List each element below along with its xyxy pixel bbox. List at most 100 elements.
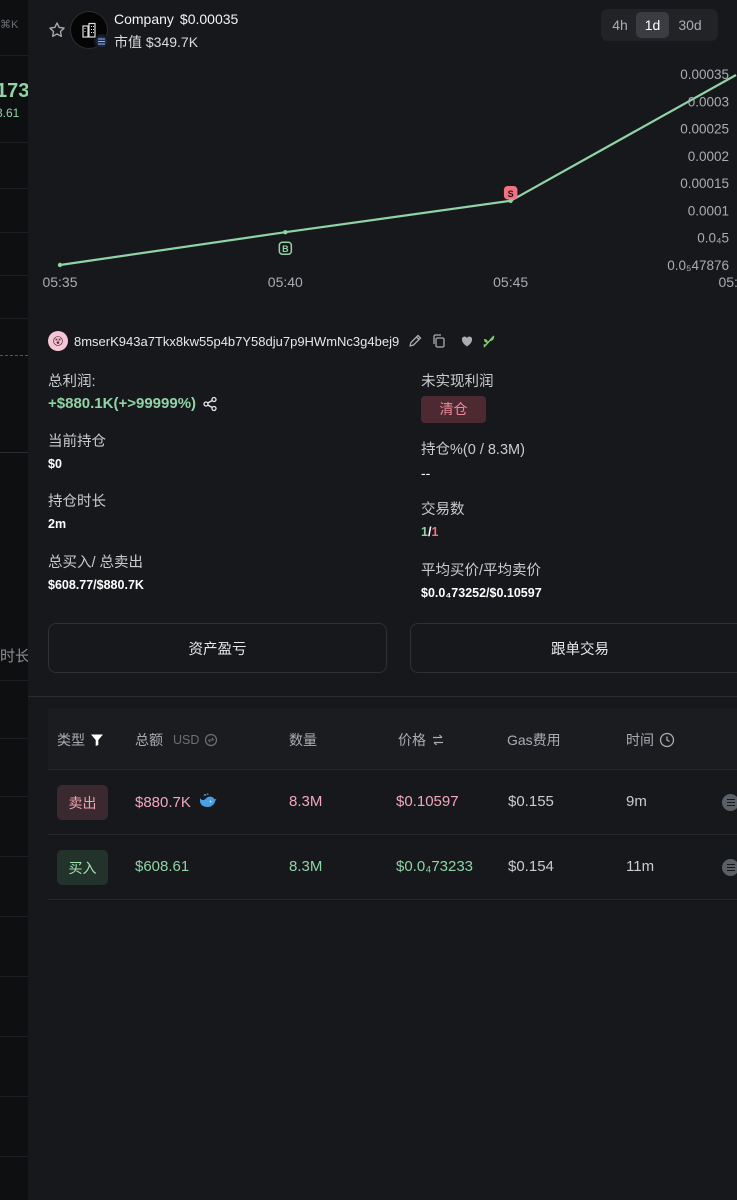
stat-unrealized: 未实现利润 清仓: [421, 370, 494, 423]
timeframe-4h[interactable]: 4h: [604, 12, 636, 38]
y-tick-label: 0.0₄5: [697, 231, 729, 246]
trades-sell-count: 1: [431, 525, 439, 539]
trade-price: $0.10597: [396, 793, 459, 810]
trade-gas: $0.155: [508, 793, 554, 810]
stat-holding: 当前持仓 $0: [48, 430, 106, 471]
holding-label: 当前持仓: [48, 434, 106, 450]
data-point: [283, 230, 288, 235]
trade-gas: $0.154: [508, 858, 554, 875]
building-icon: [82, 22, 96, 38]
trade-marker-label: S: [508, 189, 514, 199]
section-divider: [28, 696, 737, 697]
stat-avg-price: 平均买价/平均卖价 $0.0₄73252/$0.10597: [421, 559, 542, 600]
wallet-detail-panel: Company $0.00035 市值 $349.7K 4h 1d 30d 0.0…: [28, 0, 737, 1200]
copy-icon[interactable]: [431, 333, 447, 349]
trade-amount: $880.7K: [135, 793, 218, 811]
copy-trade-button[interactable]: 跟单交易: [410, 623, 737, 673]
y-tick-label: 0.0₅47876: [667, 258, 729, 273]
stat-buy-sell: 总买入/ 总卖出 $608.77/$880.7K: [48, 551, 144, 592]
market-cap-label: 市值: [114, 34, 142, 50]
clear-position-button[interactable]: 清仓: [421, 396, 486, 423]
price-chart: 0.00035 0.0003 0.00025 0.0002 0.00015 0.0001 0…: [42, 67, 737, 290]
stat-holding-pct: 持仓%(0 / 8.3M) --: [421, 438, 525, 481]
duration-value: 2m: [48, 517, 67, 531]
token-name: Company: [114, 11, 174, 27]
filter-icon[interactable]: [90, 733, 104, 747]
trades-table: 类型 总额 USD 数量 价格 Gas费用 时间 卖出 $880.7K 8.3M…: [48, 708, 737, 900]
trade-quantity: 8.3M: [289, 858, 323, 875]
stat-total-profit: 总利润: +$880.1K(+>99999%): [48, 370, 218, 412]
x-tick-label: 05:45: [493, 274, 528, 290]
sprout-icon: [483, 335, 495, 348]
x-tick-label: 05:50: [718, 274, 737, 290]
buy-sell-label: 总买入/ 总卖出: [48, 555, 144, 571]
stat-trades: 交易数 1/1: [421, 498, 465, 539]
swap-icon[interactable]: [431, 733, 445, 747]
trade-time: 9m: [626, 793, 647, 810]
header-gas: Gas费用: [507, 732, 561, 748]
header-quantity: 数量: [289, 732, 317, 748]
trade-quantity: 8.3M: [289, 793, 323, 810]
background-duration: 时长: [0, 648, 28, 665]
trades-buy-count: 1: [421, 525, 428, 539]
duration-label: 持仓时长: [48, 494, 106, 510]
y-tick-label: 0.00035: [680, 67, 729, 82]
buy-sell-value: $608.77/$880.7K: [48, 578, 144, 592]
header-price: 价格: [398, 730, 445, 750]
background-sub: 3.61: [0, 106, 20, 120]
timeframe-1d[interactable]: 1d: [636, 12, 669, 38]
background-shortcut: ⌘K: [0, 19, 19, 31]
unrealized-label: 未实现利润: [421, 374, 494, 390]
background-price: 173: [0, 80, 28, 102]
total-profit-value: +$880.1K(+>99999%): [48, 395, 197, 412]
currency-switch-icon[interactable]: [204, 733, 218, 747]
share-icon[interactable]: [202, 396, 218, 412]
price-line: [59, 74, 737, 267]
avg-price-label: 平均买价/平均卖价: [421, 563, 542, 579]
stat-duration: 持仓时长 2m: [48, 490, 106, 531]
trade-type-buy: 买入: [57, 850, 108, 885]
trade-amount: $608.61: [135, 858, 190, 875]
whale-icon: [200, 793, 217, 807]
y-tick-label: 0.0002: [688, 149, 729, 164]
chain-icon[interactable]: [722, 794, 737, 811]
background-app: ⌘K 173 3.61 时长: [0, 0, 28, 1200]
header-type[interactable]: 类型: [57, 730, 104, 750]
header-amount: 总额 USD: [135, 730, 218, 750]
total-profit-label: 总利润:: [48, 374, 96, 390]
holding-pct-value: --: [421, 465, 431, 481]
y-tick-label: 0.0001: [688, 203, 729, 218]
header-time: 时间: [626, 730, 675, 750]
heart-icon[interactable]: [459, 333, 475, 349]
chain-badge-icon: [94, 34, 109, 49]
token-price: $0.00035: [179, 11, 239, 27]
trade-price: $0.0₄73233: [396, 858, 474, 875]
wallet-address[interactable]: 8mserK943a7Tkx8kw55p4b7Y58dju7p9HWmNc3g4…: [74, 334, 399, 349]
clock-icon[interactable]: [659, 732, 675, 748]
wallet-avatar: 😵: [48, 331, 68, 351]
table-row[interactable]: 买入 $608.61 8.3M $0.0₄73233 $0.154 11m: [48, 835, 737, 900]
holding-pct-label: 持仓%(0 / 8.3M): [421, 442, 525, 458]
token-title: Company $0.00035: [114, 11, 238, 27]
data-point: [57, 262, 63, 268]
timeframe-selector: 4h 1d 30d: [601, 9, 718, 41]
avg-price-value: $0.0₄73252/$0.10597: [421, 586, 542, 600]
market-cap: 市值 $349.7K: [114, 32, 198, 52]
trades-label: 交易数: [421, 502, 465, 518]
x-tick-label: 05:40: [268, 274, 303, 290]
y-tick-label: 0.00015: [680, 176, 729, 191]
pnl-button[interactable]: 资产盈亏: [48, 623, 387, 673]
x-tick-label: 05:35: [42, 274, 77, 290]
edit-icon[interactable]: [407, 333, 423, 349]
holding-value: $0: [48, 457, 62, 471]
trade-time: 11m: [626, 858, 655, 875]
y-tick-label: 0.00025: [680, 122, 729, 137]
table-header: 类型 总额 USD 数量 价格 Gas费用 时间: [48, 708, 737, 770]
trade-type-sell: 卖出: [57, 785, 108, 820]
chain-icon[interactable]: [722, 859, 737, 876]
star-icon[interactable]: [47, 20, 67, 40]
y-tick-label: 0.0003: [688, 94, 729, 109]
timeframe-30d[interactable]: 30d: [669, 12, 711, 38]
trade-marker-label: B: [282, 244, 289, 254]
table-row[interactable]: 卖出 $880.7K 8.3M $0.10597 $0.155 9m: [48, 770, 737, 835]
